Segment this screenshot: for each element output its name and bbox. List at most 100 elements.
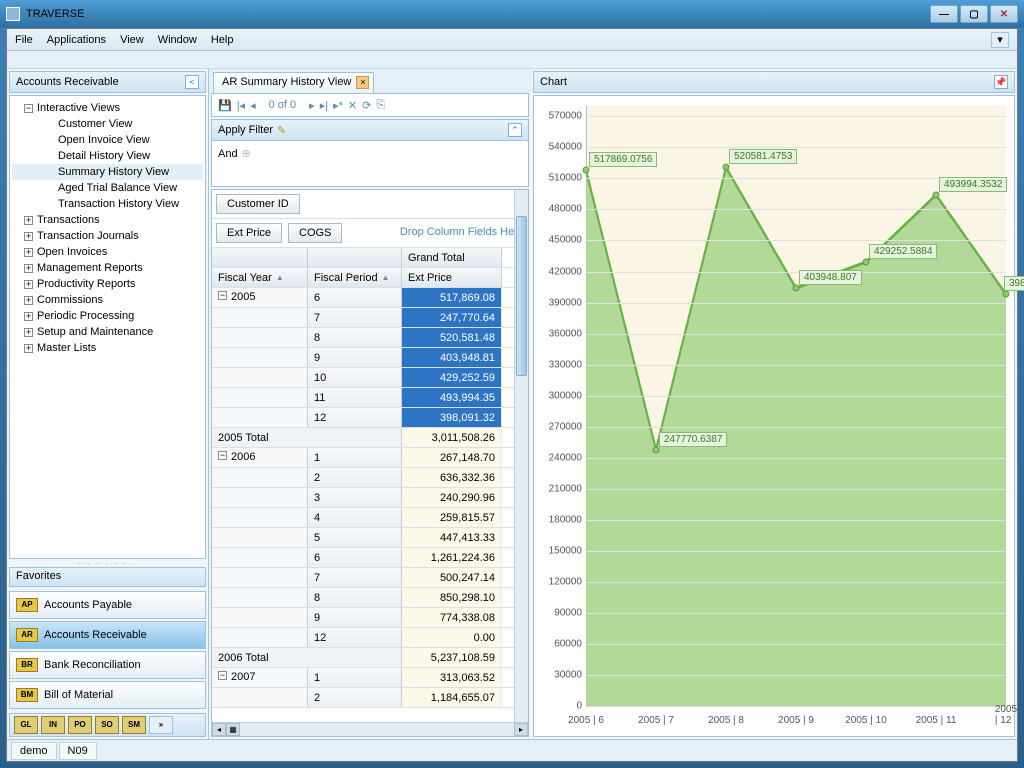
tree-section[interactable]: +Setup and Maintenance [12, 324, 203, 340]
tree-view[interactable]: Aged Trial Balance View [12, 180, 203, 196]
y-tick: 150000 [534, 545, 582, 556]
scroll-left-button[interactable]: ◂ [212, 723, 226, 736]
menu-window[interactable]: Window [158, 34, 197, 46]
favorite-item[interactable]: APAccounts Payable [9, 591, 206, 619]
favorite-item[interactable]: BRBank Reconciliation [9, 651, 206, 679]
tab-close-button[interactable]: × [356, 76, 369, 89]
module-more[interactable]: » [149, 716, 173, 734]
data-point[interactable] [653, 446, 660, 453]
data-label: 247770.6387 [659, 432, 727, 447]
tab-active[interactable]: AR Summary History View × [213, 72, 374, 93]
pin-button[interactable]: 📌 [994, 75, 1008, 89]
data-point[interactable] [863, 258, 870, 265]
x-tick: 2005 | 12 [995, 704, 1017, 726]
nav-delete-icon[interactable]: ✕ [348, 99, 357, 112]
tree-view[interactable]: Detail History View [12, 148, 203, 164]
tree-view[interactable]: Open Invoice View [12, 132, 203, 148]
expand-icon[interactable]: + [24, 232, 33, 241]
expand-icon[interactable]: + [24, 216, 33, 225]
sidebar-collapse-button[interactable]: < [185, 75, 199, 89]
app-icon [6, 7, 20, 21]
pivot-filter-field[interactable]: Customer ID [216, 194, 300, 214]
data-label: 403948.807 [799, 270, 862, 285]
y-tick: 60000 [534, 638, 582, 649]
expand-icon[interactable]: + [24, 248, 33, 257]
pivot-data-field[interactable]: Ext Price [216, 223, 282, 243]
tree-section[interactable]: +Transactions [12, 212, 203, 228]
tree-section[interactable]: +Management Reports [12, 260, 203, 276]
tree-view[interactable]: Customer View [12, 116, 203, 132]
filter-root[interactable]: And [218, 148, 238, 160]
minimize-button[interactable]: — [930, 5, 958, 23]
pivot-data-area[interactable]: Ext Price COGS Drop Column Fields Here [212, 219, 528, 248]
favorite-item[interactable]: BMBill of Material [9, 681, 206, 709]
y-tick: 270000 [534, 421, 582, 432]
favorite-item-active[interactable]: ARAccounts Receivable [9, 621, 206, 649]
tree-section[interactable]: +Transaction Journals [12, 228, 203, 244]
module-shortcut[interactable]: PO [68, 716, 92, 734]
data-point[interactable] [1003, 291, 1010, 298]
expand-icon[interactable]: + [24, 296, 33, 305]
splitter[interactable]: · · · · · · · [7, 559, 208, 565]
nav-next-icon[interactable]: ▸ [309, 99, 315, 112]
tree-view-selected[interactable]: Summary History View [12, 164, 203, 180]
filter-collapse-button[interactable]: ⌃ [508, 123, 522, 137]
data-point[interactable] [793, 285, 800, 292]
module-shortcut[interactable]: IN [41, 716, 65, 734]
nav-prev-icon[interactable]: ◂ [250, 99, 256, 112]
tree-view[interactable]: Transaction History View [12, 196, 203, 212]
y-tick: 570000 [534, 111, 582, 122]
y-tick: 0 [534, 701, 582, 712]
pivot-column-drop[interactable]: Drop Column Fields Here [400, 223, 524, 243]
horizontal-scrollbar[interactable]: ◂ ▦ ▸ [212, 722, 528, 736]
nav-export-icon[interactable]: ⎘ [376, 99, 385, 112]
tree-section[interactable]: +Periodic Processing [12, 308, 203, 324]
filter-header[interactable]: Apply Filter ✎ ⌃ [211, 119, 529, 141]
menu-view[interactable]: View [120, 34, 144, 46]
pivot-data-field[interactable]: COGS [288, 223, 342, 243]
nav-first-icon[interactable]: |◂ [237, 99, 245, 112]
window-close-button[interactable]: ✕ [990, 5, 1018, 23]
expand-icon[interactable]: + [24, 328, 33, 337]
x-tick: 2005 | 10 [845, 715, 887, 726]
nav-new-icon[interactable]: ▸* [333, 99, 343, 112]
menu-applications[interactable]: Applications [47, 34, 106, 46]
sidebar-header: Accounts Receivable < [9, 71, 206, 93]
scroll-zone-button[interactable]: ▦ [226, 723, 240, 736]
expand-icon[interactable]: + [24, 264, 33, 273]
filter-body[interactable]: And ⊕ [211, 141, 529, 187]
data-point[interactable] [723, 164, 730, 171]
nav-last-icon[interactable]: ▸| [320, 99, 328, 112]
data-point[interactable] [583, 167, 590, 174]
tree-section[interactable]: +Open Invoices [12, 244, 203, 260]
tree-section[interactable]: +Master Lists [12, 340, 203, 356]
expand-icon[interactable]: + [24, 344, 33, 353]
menu-overflow[interactable]: ▾ [991, 32, 1009, 48]
tree-root[interactable]: −Interactive Views [12, 100, 203, 116]
tree-section[interactable]: +Commissions [12, 292, 203, 308]
expand-icon[interactable]: + [24, 280, 33, 289]
filter-edit-icon[interactable]: ✎ [277, 124, 286, 137]
scrollbar-thumb[interactable] [516, 216, 527, 376]
favorites-header: Favorites [9, 567, 206, 587]
x-tick: 2005 | 9 [778, 715, 814, 726]
module-shortcut[interactable]: SO [95, 716, 119, 734]
vertical-scrollbar[interactable] [514, 190, 528, 722]
menu-file[interactable]: File [15, 34, 33, 46]
module-shortcut[interactable]: GL [14, 716, 38, 734]
tree-section[interactable]: +Productivity Reports [12, 276, 203, 292]
scroll-right-button[interactable]: ▸ [514, 723, 528, 736]
collapse-icon[interactable]: − [24, 104, 33, 113]
favorite-label: Accounts Receivable [44, 629, 147, 641]
maximize-button[interactable]: ▢ [960, 5, 988, 23]
expand-icon[interactable]: + [24, 312, 33, 321]
module-shortcut[interactable]: SM [122, 716, 146, 734]
pivot-filter-area[interactable]: Customer ID [212, 190, 528, 219]
filter-title: Apply Filter [218, 124, 273, 136]
filter-add-icon[interactable]: ⊕ [242, 148, 251, 160]
save-icon[interactable]: 💾 [218, 99, 232, 112]
menu-help[interactable]: Help [211, 34, 234, 46]
nav-refresh-icon[interactable]: ⟳ [362, 99, 371, 112]
data-point[interactable] [933, 191, 940, 198]
x-tick: 2005 | 6 [568, 715, 604, 726]
